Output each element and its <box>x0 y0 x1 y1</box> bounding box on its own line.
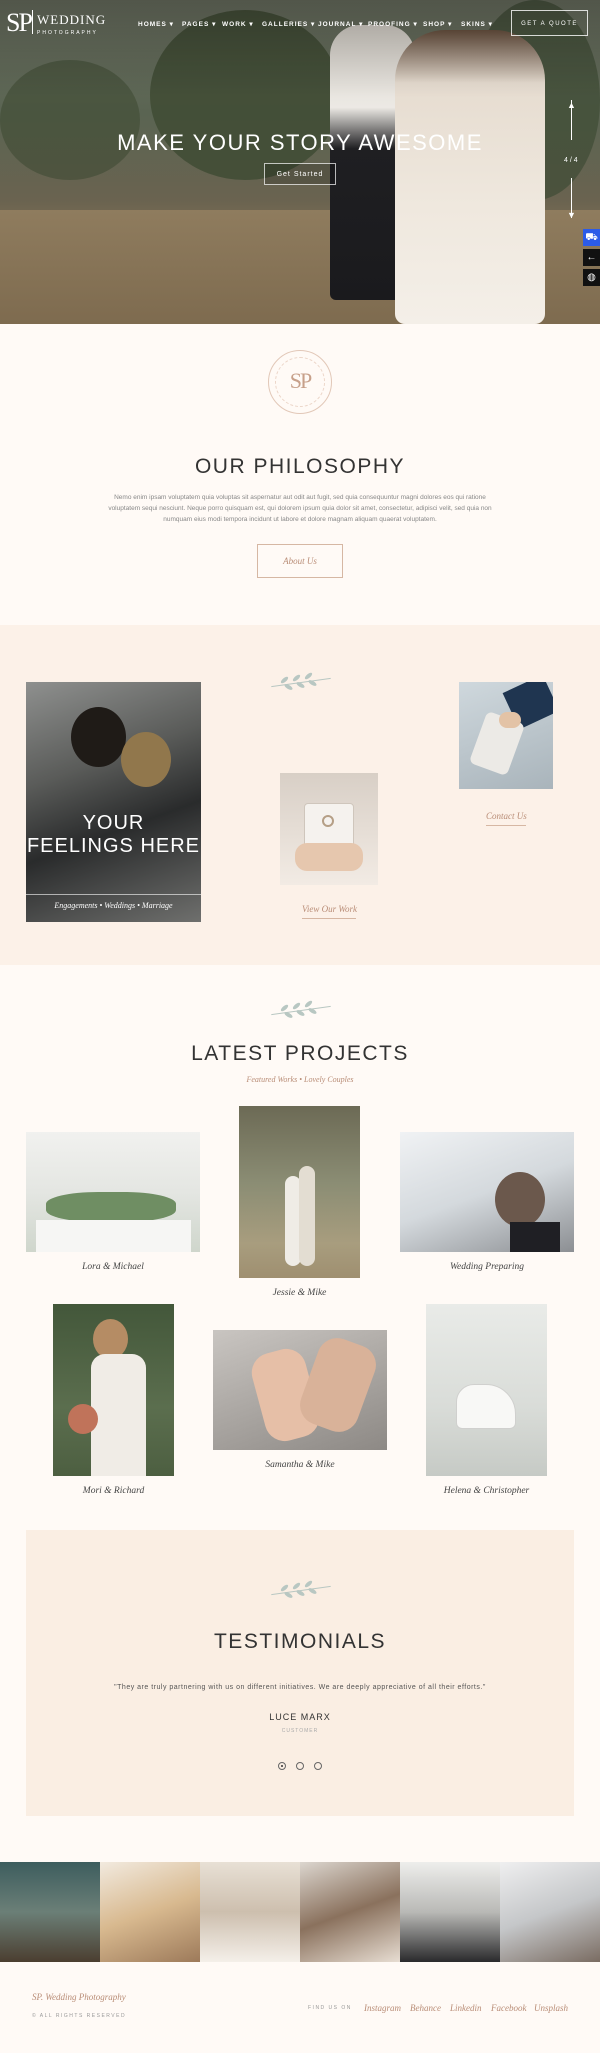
testimonials-section: TESTIMONIALS "They are truly partnering … <box>26 1530 574 1816</box>
about-us-button[interactable]: About Us <box>257 544 343 578</box>
cart-icon[interactable]: ⛟ <box>583 229 600 246</box>
projects-subtitle: Featured Works • Lovely Couples <box>246 1075 354 1084</box>
project-photo-bride-bouquet[interactable] <box>53 1304 174 1476</box>
footer-link-unsplash[interactable]: Unsplash <box>534 2003 568 2013</box>
arrow-left-icon[interactable]: ← <box>583 249 600 266</box>
hands-photo[interactable] <box>459 682 553 789</box>
project-caption[interactable]: Lora & Michael <box>26 1262 200 1272</box>
testimonial-author: LUCE MARX <box>269 1712 331 1722</box>
footer-brand[interactable]: SP. Wedding Photography <box>32 1992 126 2002</box>
strip-photo[interactable] <box>200 1862 300 1962</box>
hero-section: SP WEDDING PHOTOGRAPHY HOMES ▾ PAGES ▾ W… <box>0 0 600 324</box>
nav-journal[interactable]: JOURNAL ▾ <box>318 20 363 28</box>
project-photo-rings[interactable] <box>213 1330 387 1450</box>
testimonial-role: CUSTOMER <box>281 1728 319 1734</box>
contact-us-link[interactable]: Contact Us <box>486 811 527 826</box>
footer-find-us: FIND US ON <box>308 2005 352 2011</box>
carousel-dot[interactable] <box>314 1762 322 1770</box>
leaf-ornament-icon <box>266 1579 336 1602</box>
slide-counter: 4 / 4 <box>564 157 578 164</box>
carousel-dot[interactable] <box>296 1762 304 1770</box>
testimonials-title: TESTIMONIALS <box>213 1630 387 1653</box>
logo[interactable]: SP <box>6 8 33 38</box>
footer-copyright: © ALL RIGHTS RESERVED <box>32 2013 127 2019</box>
leaf-ornament-icon <box>266 671 336 694</box>
logo-title: WEDDING <box>37 12 107 27</box>
project-caption[interactable]: Jessie & Mike <box>239 1288 360 1298</box>
nav-proofing[interactable]: PROOFING ▾ <box>368 20 418 28</box>
philosophy-body: Nemo enim ipsam voluptatem quia voluptas… <box>108 494 492 523</box>
project-caption[interactable]: Wedding Preparing <box>400 1262 574 1272</box>
feelings-overlay-tags: Engagements • Weddings • Marriage <box>54 901 173 910</box>
strip-photo[interactable] <box>500 1862 600 1962</box>
feelings-photo[interactable]: YOUR FEELINGS HERE Engagements • Wedding… <box>26 682 201 922</box>
get-started-button[interactable]: Get Started <box>264 163 336 185</box>
view-our-work-link[interactable]: View Our Work <box>302 904 357 919</box>
hero-title: MAKE YOUR STORY AWESOME <box>117 130 483 155</box>
feelings-overlay-title: YOUR FEELINGS HERE <box>26 812 201 857</box>
get-a-quote-button[interactable]: GET A QUOTE <box>511 10 588 36</box>
footer-link-behance[interactable]: Behance <box>410 2003 441 2013</box>
logo-subtitle: PHOTOGRAPHY <box>37 30 98 36</box>
strip-photo[interactable] <box>100 1862 200 1962</box>
nav-galleries[interactable]: GALLERIES ▾ <box>262 20 315 28</box>
badge-monogram: SP <box>289 368 312 393</box>
nav-pages[interactable]: PAGES ▾ <box>182 20 216 28</box>
ring-box-photo[interactable] <box>280 773 378 885</box>
arrow-down-icon[interactable]: ▼ <box>567 210 576 220</box>
nav-homes[interactable]: HOMES ▾ <box>138 20 174 28</box>
nav-shop[interactable]: SHOP ▾ <box>423 20 452 28</box>
project-photo-shoes[interactable] <box>426 1304 547 1476</box>
globe-icon[interactable]: ◍ <box>583 269 600 286</box>
project-caption[interactable]: Mori & Richard <box>53 1486 174 1496</box>
strip-photo[interactable] <box>300 1862 400 1962</box>
leaf-ornament-icon <box>266 999 336 1022</box>
testimonial-quote: "They are truly partnering with us on di… <box>114 1684 486 1691</box>
strip-photo[interactable] <box>400 1862 500 1962</box>
sp-badge: SP <box>268 350 332 414</box>
projects-title: LATEST PROJECTS <box>191 1042 409 1065</box>
project-photo-table[interactable] <box>26 1132 200 1252</box>
strip-photo[interactable] <box>0 1862 100 1962</box>
nav-skins[interactable]: SKINS ▾ <box>461 20 493 28</box>
nav-work[interactable]: WORK ▾ <box>222 20 254 28</box>
philosophy-title: OUR PHILOSOPHY <box>194 455 406 478</box>
footer-link-linkedin[interactable]: Linkedin <box>450 2003 482 2013</box>
project-caption[interactable]: Samantha & Mike <box>213 1460 387 1470</box>
footer-link-facebook[interactable]: Facebook <box>491 2003 526 2013</box>
arrow-up-icon[interactable]: ▲ <box>567 100 576 110</box>
carousel-dot-active[interactable] <box>278 1762 286 1770</box>
project-photo-couple-field[interactable] <box>239 1106 360 1278</box>
project-caption[interactable]: Helena & Christopher <box>426 1486 547 1496</box>
project-photo-veil[interactable] <box>400 1132 574 1252</box>
logo-mark: SP <box>6 8 33 37</box>
footer-link-instagram[interactable]: Instagram <box>364 2003 401 2013</box>
